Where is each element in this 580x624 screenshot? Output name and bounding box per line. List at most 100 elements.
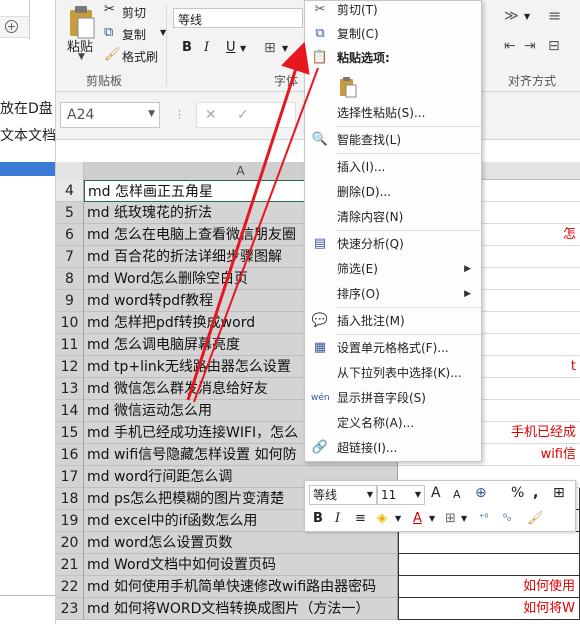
row-header[interactable]: 17 bbox=[56, 466, 84, 488]
menu-item-filter[interactable]: 筛选(E) ▶ bbox=[305, 257, 481, 282]
menu-item-paste-special[interactable]: 选择性粘贴(S)... bbox=[305, 101, 481, 126]
orientation-icon[interactable]: ≫ bbox=[504, 8, 519, 24]
format-painter-icon[interactable]: 🖌 bbox=[104, 47, 121, 62]
cell-a[interactable]: md word怎么设置页数 bbox=[84, 532, 398, 554]
select-all-corner[interactable] bbox=[56, 162, 84, 180]
underline-dropdown-icon[interactable]: ▼ bbox=[240, 44, 246, 53]
format-painter-button[interactable]: 格式刷 bbox=[122, 48, 158, 65]
formula-buttons: ✕ ✓ bbox=[196, 102, 296, 128]
menu-item-define-name[interactable]: 定义名称(A)... bbox=[305, 411, 481, 436]
font-name-box[interactable]: 等线 bbox=[173, 8, 303, 28]
menu-item-pick-from-list[interactable]: 从下拉列表中选择(K)... bbox=[305, 361, 481, 386]
menu-item-cut[interactable]: ✂ 剪切(T) bbox=[305, 0, 481, 23]
menu-item-insert-label: 插入(I)... bbox=[337, 160, 386, 174]
grow-font-button[interactable]: A bbox=[431, 483, 441, 503]
wrap-text-icon[interactable]: ≡ bbox=[548, 6, 561, 25]
italic-button[interactable]: I bbox=[204, 40, 209, 55]
copy-button[interactable]: 复制 bbox=[122, 26, 146, 43]
cell-a[interactable]: md 如何将WORD文档转换成图片（方法一） bbox=[84, 598, 398, 620]
name-box[interactable]: A24 ▼ bbox=[60, 102, 160, 128]
mini-format-painter-icon[interactable]: ⊞ bbox=[553, 483, 565, 503]
mini-italic-button[interactable]: I bbox=[335, 509, 340, 529]
menu-item-show-phonetic[interactable]: wén 显示拼音字段(S) bbox=[305, 386, 481, 411]
menu-item-hyperlink[interactable]: 🔗 超链接(I)... bbox=[305, 436, 481, 461]
cancel-icon[interactable]: ✕ bbox=[205, 107, 217, 123]
mini-size-box[interactable]: 11 ▼ bbox=[377, 485, 425, 505]
menu-item-clear-contents-label: 清除内容(N) bbox=[337, 210, 404, 224]
border-dropdown-icon[interactable]: ▼ bbox=[282, 44, 288, 53]
mini-font-box[interactable]: 等线 ▼ bbox=[309, 485, 377, 505]
increase-decimal-icon[interactable]: ⁺⁰ bbox=[479, 509, 488, 529]
paste-icon[interactable] bbox=[64, 4, 98, 40]
row-header[interactable]: 13 bbox=[56, 378, 84, 400]
comma-button[interactable]: , bbox=[533, 483, 538, 503]
add-circle-icon[interactable]: + bbox=[5, 20, 18, 33]
mini-size-dropdown-icon[interactable]: ▼ bbox=[415, 486, 421, 504]
mini-bold-button[interactable]: B bbox=[313, 509, 323, 529]
cell-b[interactable] bbox=[398, 554, 580, 576]
phonetic-icon: wén bbox=[311, 393, 330, 403]
border-icon[interactable]: ⊞ bbox=[264, 40, 276, 56]
row-header[interactable]: 19 bbox=[56, 510, 84, 532]
font-color-dropdown-icon[interactable]: ▼ bbox=[429, 509, 435, 529]
row-header[interactable]: 9 bbox=[56, 290, 84, 312]
menu-item-insert-comment[interactable]: 💬 插入批注(M) bbox=[305, 309, 481, 334]
cut-icon[interactable]: ✂ bbox=[104, 2, 115, 17]
row-header[interactable]: 21 bbox=[56, 554, 84, 576]
menu-item-delete[interactable]: 删除(D)... bbox=[305, 180, 481, 205]
row-header[interactable]: 4 bbox=[56, 180, 84, 202]
accounting-format-icon[interactable]: ⊕ bbox=[475, 483, 487, 503]
row-header[interactable]: 5 bbox=[56, 202, 84, 224]
enter-icon[interactable]: ✓ bbox=[237, 107, 249, 123]
menu-item-clear-contents[interactable]: 清除内容(N) bbox=[305, 205, 481, 230]
paste-option-default[interactable] bbox=[305, 73, 481, 101]
fill-color-dropdown-icon[interactable]: ▼ bbox=[395, 509, 401, 529]
cell-b[interactable] bbox=[398, 532, 580, 554]
mini-border-icon[interactable]: ⊞ bbox=[445, 509, 456, 529]
menu-item-quick-analysis[interactable]: ▤ 快速分析(Q) bbox=[305, 232, 481, 257]
background-text-line1: 放在D盘 bbox=[0, 101, 53, 117]
font-color-icon[interactable]: A bbox=[413, 509, 422, 529]
row-header[interactable]: 18 bbox=[56, 488, 84, 510]
copy-icon[interactable]: ⧉ bbox=[104, 25, 113, 40]
row-header[interactable]: 10 bbox=[56, 312, 84, 334]
row-header[interactable]: 12 bbox=[56, 356, 84, 378]
cell-a[interactable]: md Word文档中如何设置页码 bbox=[84, 554, 398, 576]
menu-item-insert[interactable]: 插入(I)... bbox=[305, 155, 481, 180]
mini-border-dropdown-icon[interactable]: ▼ bbox=[461, 509, 467, 529]
percent-button[interactable]: % bbox=[511, 483, 524, 503]
row-header[interactable]: 20 bbox=[56, 532, 84, 554]
name-box-dropdown-icon[interactable]: ▼ bbox=[148, 109, 155, 119]
row-header[interactable]: 6 bbox=[56, 224, 84, 246]
cell-b[interactable]: 如何使用 bbox=[398, 576, 580, 598]
mini-paintbrush-icon[interactable]: 🖌 bbox=[527, 509, 544, 529]
row-header[interactable]: 8 bbox=[56, 268, 84, 290]
cell-b[interactable]: 如何将W bbox=[398, 598, 580, 620]
decrease-decimal-icon[interactable]: ⁰₀ bbox=[503, 509, 511, 529]
menu-item-copy[interactable]: ⧉ 复制(C) bbox=[305, 22, 481, 47]
fill-color-icon[interactable]: ◈ bbox=[377, 509, 387, 529]
mini-font-dropdown-icon[interactable]: ▼ bbox=[367, 486, 373, 504]
row-header[interactable]: 23 bbox=[56, 598, 84, 620]
row-header[interactable]: 7 bbox=[56, 246, 84, 268]
bold-button[interactable]: B bbox=[182, 40, 192, 55]
indent-decrease-icon[interactable]: ⇤ bbox=[504, 38, 516, 54]
paste-dropdown-icon[interactable]: ▼ bbox=[78, 52, 85, 62]
row-header[interactable]: 16 bbox=[56, 444, 84, 466]
cut-button[interactable]: 剪切 bbox=[122, 4, 146, 21]
indent-increase-icon[interactable]: ⇥ bbox=[524, 38, 536, 54]
mini-align-button[interactable]: ≡ bbox=[355, 509, 366, 529]
menu-item-format-cells[interactable]: ▦ 设置单元格格式(F)... bbox=[305, 336, 481, 361]
menu-item-smart-lookup[interactable]: 🔍 智能查找(L) bbox=[305, 128, 481, 153]
underline-button[interactable]: U bbox=[226, 40, 236, 55]
orientation-dropdown-icon[interactable]: ▼ bbox=[524, 12, 530, 21]
formula-bar-grip-icon[interactable]: ⋮ bbox=[174, 108, 185, 121]
row-header[interactable]: 14 bbox=[56, 400, 84, 422]
menu-item-sort[interactable]: 排序(O) ▶ bbox=[305, 282, 481, 307]
row-header[interactable]: 11 bbox=[56, 334, 84, 356]
shrink-font-button[interactable]: A bbox=[453, 485, 461, 505]
row-header[interactable]: 22 bbox=[56, 576, 84, 598]
row-header[interactable]: 15 bbox=[56, 422, 84, 444]
cell-a[interactable]: md 如何使用手机简单快速修改wifi路由器密码 bbox=[84, 576, 398, 598]
merge-icon[interactable]: ⊟ bbox=[548, 38, 560, 54]
